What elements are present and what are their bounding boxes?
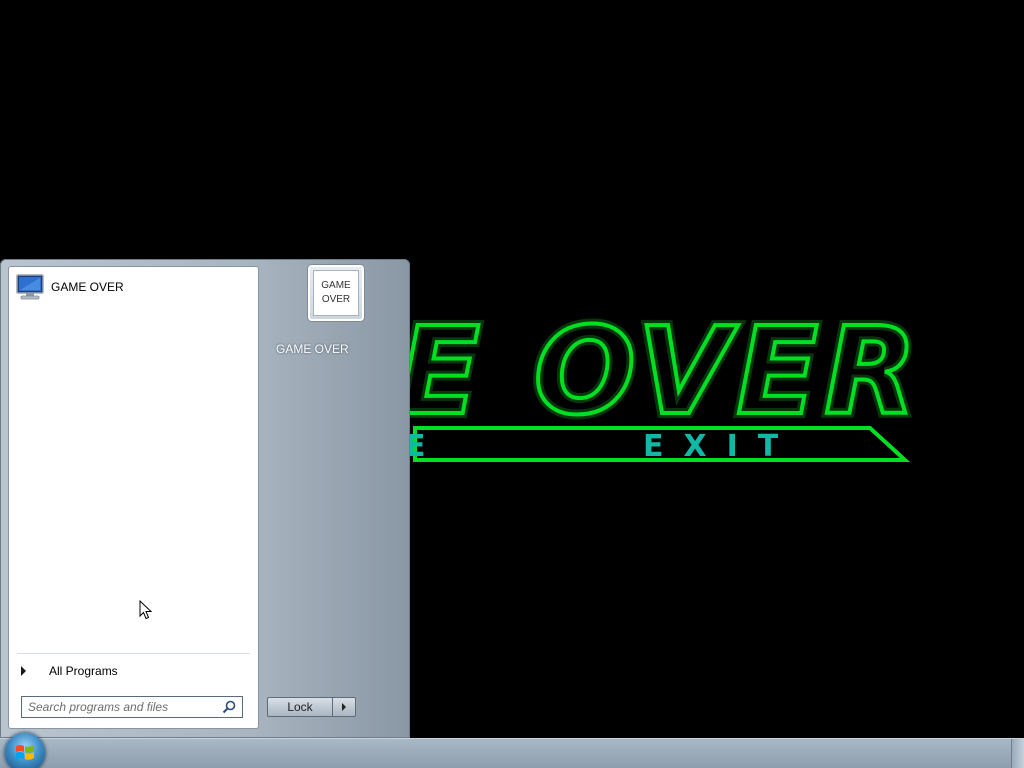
user-name-link[interactable]: GAME OVER [276, 342, 349, 356]
search-input[interactable] [28, 700, 216, 714]
windows-orb-icon[interactable] [5, 733, 45, 768]
show-desktop-button[interactable] [1011, 739, 1024, 768]
game-menu-continue-fragment[interactable]: E [405, 429, 446, 464]
all-programs-label: All Programs [49, 664, 118, 678]
computer-icon [13, 272, 47, 302]
mouse-cursor-icon [139, 600, 153, 620]
user-picture-tile[interactable]: GAME OVER [308, 265, 364, 321]
start-search-box[interactable] [21, 696, 243, 718]
game-over-logo: E OVER [398, 303, 923, 442]
start-menu-programs-pane: GAME OVER All Programs [8, 266, 259, 729]
arrow-right-icon [342, 703, 346, 711]
pinned-program-game-over[interactable]: GAME OVER [13, 271, 253, 303]
lock-button[interactable]: Lock [267, 697, 333, 717]
search-icon[interactable] [222, 700, 236, 714]
shutdown-options-button[interactable] [333, 697, 356, 717]
all-programs-separator [17, 653, 250, 654]
start-menu: GAME OVER All Programs GAME OVER [0, 259, 410, 738]
arrow-right-icon [21, 666, 26, 676]
game-menu-exit[interactable]: EXIT [643, 429, 798, 464]
pinned-program-label: GAME OVER [51, 280, 124, 294]
taskbar [0, 733, 1024, 768]
desktop-screen: E OVER E OVER E EXIT GAME OVER All Progr… [0, 0, 1024, 768]
user-picture-text-line-1: GAME [321, 280, 351, 291]
all-programs-button[interactable]: All Programs [15, 659, 251, 683]
user-picture: GAME OVER [313, 270, 359, 316]
user-picture-text-line-2: OVER [321, 294, 351, 305]
